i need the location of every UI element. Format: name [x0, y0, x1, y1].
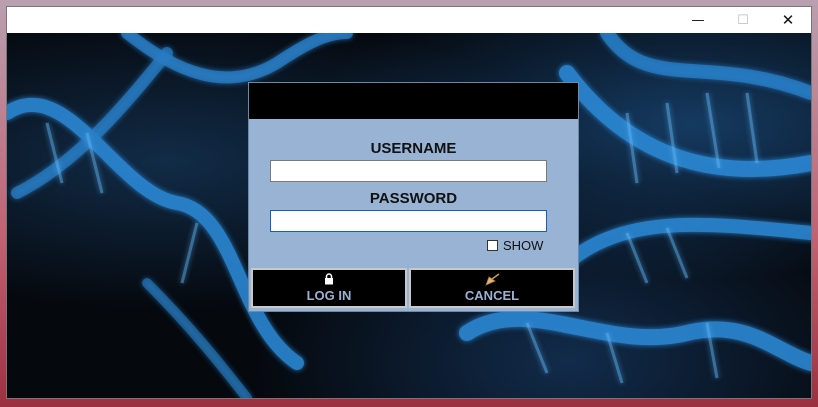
- dialog-header: [249, 83, 578, 119]
- app-window: — ☐ ✕ USERNAME PASSWORD SHOW LOG IN CANC…: [7, 7, 811, 398]
- cancel-button[interactable]: CANCEL: [409, 268, 575, 308]
- login-button[interactable]: LOG IN: [251, 268, 407, 308]
- username-input[interactable]: [270, 160, 547, 182]
- broom-icon: [484, 273, 500, 286]
- window-client-area: USERNAME PASSWORD SHOW LOG IN CANCEL: [7, 33, 811, 398]
- password-input[interactable]: [270, 210, 547, 232]
- show-password-toggle[interactable]: SHOW: [487, 238, 543, 253]
- maximize-button[interactable]: ☐: [720, 7, 766, 33]
- title-bar: — ☐ ✕: [7, 7, 811, 33]
- minimize-button[interactable]: —: [675, 7, 721, 33]
- password-label: PASSWORD: [369, 190, 458, 207]
- login-dialog: USERNAME PASSWORD SHOW LOG IN CANCEL: [249, 83, 578, 311]
- cancel-button-label: CANCEL: [464, 288, 520, 303]
- show-password-checkbox[interactable]: [487, 240, 498, 251]
- show-password-label: SHOW: [503, 238, 544, 253]
- close-button[interactable]: ✕: [765, 7, 811, 33]
- username-label: USERNAME: [370, 140, 457, 157]
- login-button-label: LOG IN: [306, 288, 352, 303]
- lock-icon: [324, 273, 334, 286]
